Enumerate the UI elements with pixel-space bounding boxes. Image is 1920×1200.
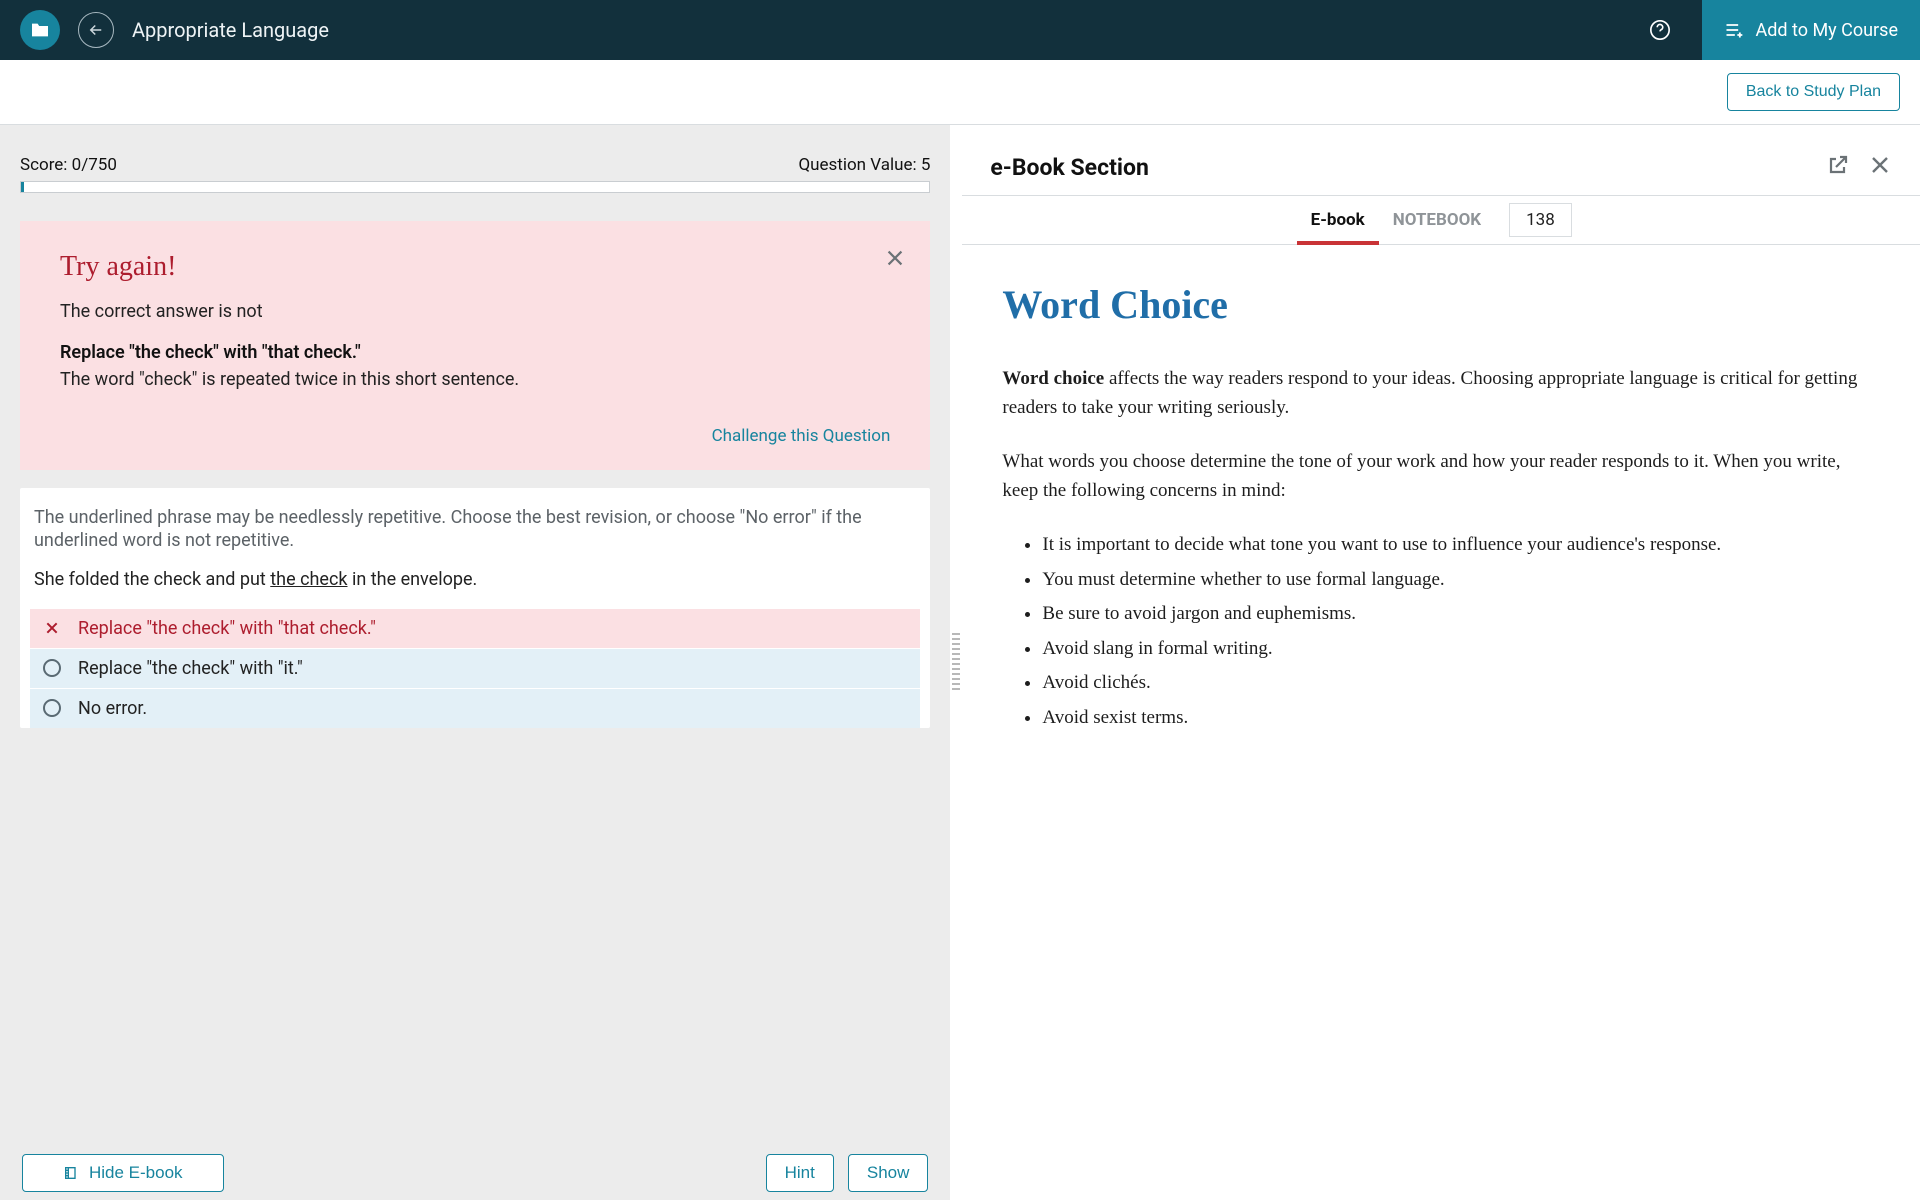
- hide-ebook-button[interactable]: Hide E-book: [22, 1154, 224, 1192]
- sentence-prefix: She folded the check and put: [34, 569, 270, 590]
- score-label: Score: 0/750: [20, 155, 117, 175]
- app-header: Appropriate Language Add to My Course: [0, 0, 1920, 60]
- sentence-suffix: in the envelope.: [348, 569, 478, 590]
- folder-button[interactable]: [20, 10, 60, 50]
- list-item: Avoid slang in formal writing.: [1042, 635, 1880, 664]
- ebook-actions: [1826, 153, 1892, 181]
- answer-choice[interactable]: No error.: [30, 688, 920, 728]
- add-to-course-label: Add to My Course: [1756, 20, 1899, 41]
- drag-handle-icon: [952, 633, 960, 693]
- action-bar: Hide E-book Hint Show: [0, 1146, 950, 1200]
- arrow-left-icon: [87, 21, 105, 39]
- close-icon: [1868, 153, 1892, 177]
- content-paragraph-2: What words you choose determine the tone…: [1002, 448, 1880, 505]
- quiz-scroll[interactable]: Score: 0/750 Question Value: 5 Try again…: [0, 125, 950, 1200]
- show-button[interactable]: Show: [848, 1154, 929, 1192]
- close-icon: [884, 247, 906, 269]
- help-icon: [1649, 19, 1671, 41]
- sentence-underlined: the check: [270, 569, 347, 590]
- challenge-question-link[interactable]: Challenge this Question: [60, 426, 890, 446]
- page-number-input[interactable]: 138: [1509, 203, 1572, 237]
- feedback-card: Try again! The correct answer is not Rep…: [20, 221, 930, 470]
- ebook-section-title: e-Book Section: [990, 154, 1148, 181]
- answer-choice[interactable]: Replace "the check" with "it.": [30, 648, 920, 688]
- tab-ebook[interactable]: E-book: [1311, 196, 1365, 244]
- feedback-subtitle: The correct answer is not: [60, 301, 890, 322]
- tab-notebook[interactable]: NOTEBOOK: [1393, 196, 1481, 244]
- help-button[interactable]: [1648, 18, 1672, 42]
- x-mark-icon: [42, 618, 62, 638]
- choice-text: Replace "the check" with "that check.": [78, 618, 376, 639]
- choice-text: No error.: [78, 698, 147, 719]
- ebook-content[interactable]: Word Choice Word choice affects the way …: [962, 245, 1920, 1200]
- content-p1-rest: affects the way readers respond to your …: [1002, 368, 1857, 418]
- radio-icon: [42, 658, 62, 678]
- page-title: Appropriate Language: [132, 18, 329, 42]
- radio-icon: [42, 698, 62, 718]
- panel-divider[interactable]: [950, 125, 962, 1200]
- question-prompt: The underlined phrase may be needlessly …: [30, 506, 920, 553]
- popout-button[interactable]: [1826, 153, 1850, 181]
- score-row: Score: 0/750 Question Value: 5: [20, 125, 930, 181]
- content-heading: Word Choice: [1002, 275, 1880, 335]
- answer-choice[interactable]: Replace "the check" with "that check.": [30, 608, 920, 648]
- add-to-course-button[interactable]: Add to My Course: [1702, 0, 1920, 60]
- hint-button[interactable]: Hint: [766, 1154, 834, 1192]
- list-add-icon: [1724, 20, 1744, 40]
- ebook-header: e-Book Section: [962, 125, 1920, 195]
- feedback-explanation: The word "check" is repeated twice in th…: [60, 369, 890, 390]
- folder-icon: [30, 22, 50, 38]
- quiz-panel: Score: 0/750 Question Value: 5 Try again…: [0, 125, 950, 1200]
- feedback-title: Try again!: [60, 251, 890, 283]
- feedback-wrong-answer: Replace "the check" with "that check.": [60, 342, 890, 363]
- progress-fill: [21, 182, 24, 192]
- list-item: It is important to decide what tone you …: [1042, 531, 1880, 560]
- content-p1-strong: Word choice: [1002, 368, 1104, 389]
- header-left: Appropriate Language: [20, 10, 329, 50]
- book-icon: [63, 1164, 79, 1182]
- hide-ebook-label: Hide E-book: [89, 1163, 183, 1183]
- feedback-close-button[interactable]: [884, 247, 906, 273]
- back-button[interactable]: [78, 12, 114, 48]
- content-paragraph-1: Word choice affects the way readers resp…: [1002, 365, 1880, 422]
- progress-bar: [20, 181, 930, 193]
- main-area: Score: 0/750 Question Value: 5 Try again…: [0, 125, 1920, 1200]
- question-value-label: Question Value: 5: [798, 155, 930, 175]
- choice-text: Replace "the check" with "it.": [78, 658, 303, 679]
- subheader: Back to Study Plan: [0, 60, 1920, 125]
- back-to-study-plan-button[interactable]: Back to Study Plan: [1727, 73, 1900, 111]
- close-ebook-button[interactable]: [1868, 153, 1892, 181]
- question-sentence: She folded the check and put the check i…: [30, 569, 920, 590]
- list-item: Avoid sexist terms.: [1042, 704, 1880, 733]
- ebook-tab-row: E-book NOTEBOOK 138: [962, 195, 1920, 245]
- content-bullet-list: It is important to decide what tone you …: [1002, 531, 1880, 732]
- list-item: You must determine whether to use formal…: [1042, 566, 1880, 595]
- ebook-panel: e-Book Section E-book NOTEBOOK 138 Word …: [962, 125, 1920, 1200]
- header-right: Add to My Course: [1648, 0, 1901, 60]
- list-item: Be sure to avoid jargon and euphemisms.: [1042, 600, 1880, 629]
- external-link-icon: [1826, 153, 1850, 177]
- question-block: The underlined phrase may be needlessly …: [20, 488, 930, 728]
- list-item: Avoid clichés.: [1042, 669, 1880, 698]
